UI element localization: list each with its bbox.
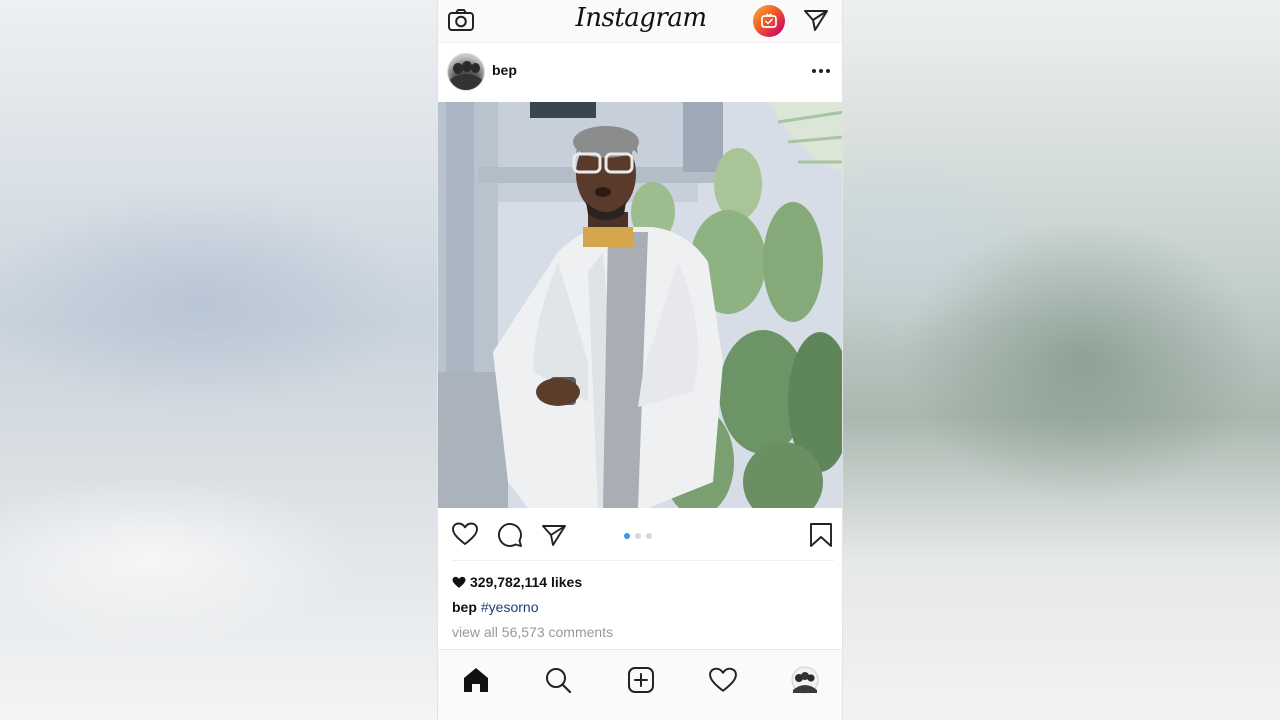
more-options-icon[interactable] xyxy=(812,67,830,75)
save-icon[interactable] xyxy=(809,522,833,548)
activity-icon[interactable] xyxy=(709,666,737,694)
instagram-feed-screen: Instagram bep 329,782,114 likes bep #yes… xyxy=(437,0,843,720)
blurred-background-left xyxy=(0,0,437,720)
direct-message-icon[interactable] xyxy=(803,8,829,32)
divider xyxy=(452,560,834,561)
likes-text: 329,782,114 likes xyxy=(470,574,583,590)
post-media[interactable] xyxy=(438,102,842,508)
home-icon[interactable] xyxy=(462,666,490,694)
blurred-background-right xyxy=(843,0,1280,720)
post-caption: bep #yesorno xyxy=(452,599,538,615)
post-header: bep xyxy=(438,43,842,101)
top-bar: Instagram xyxy=(438,0,842,43)
share-icon[interactable] xyxy=(541,523,567,547)
search-icon[interactable] xyxy=(544,666,572,694)
new-post-icon[interactable] xyxy=(627,666,655,694)
avatar[interactable] xyxy=(447,53,485,91)
caption-username[interactable]: bep xyxy=(452,599,477,615)
like-count-heart-icon xyxy=(452,576,466,592)
carousel-dot-active xyxy=(624,533,630,539)
carousel-dot xyxy=(646,533,652,539)
likes-count[interactable]: 329,782,114 likes xyxy=(452,574,582,592)
carousel-dot xyxy=(635,533,641,539)
bottom-navigation xyxy=(438,649,842,720)
comment-icon[interactable] xyxy=(497,522,523,548)
profile-avatar[interactable] xyxy=(791,666,819,694)
post-username[interactable]: bep xyxy=(492,62,517,78)
like-icon[interactable] xyxy=(452,522,478,546)
igtv-icon[interactable] xyxy=(753,5,785,37)
view-comments-link[interactable]: view all 56,573 comments xyxy=(452,624,613,640)
caption-hashtag[interactable]: #yesorno xyxy=(481,599,539,615)
post-action-bar xyxy=(438,508,842,560)
